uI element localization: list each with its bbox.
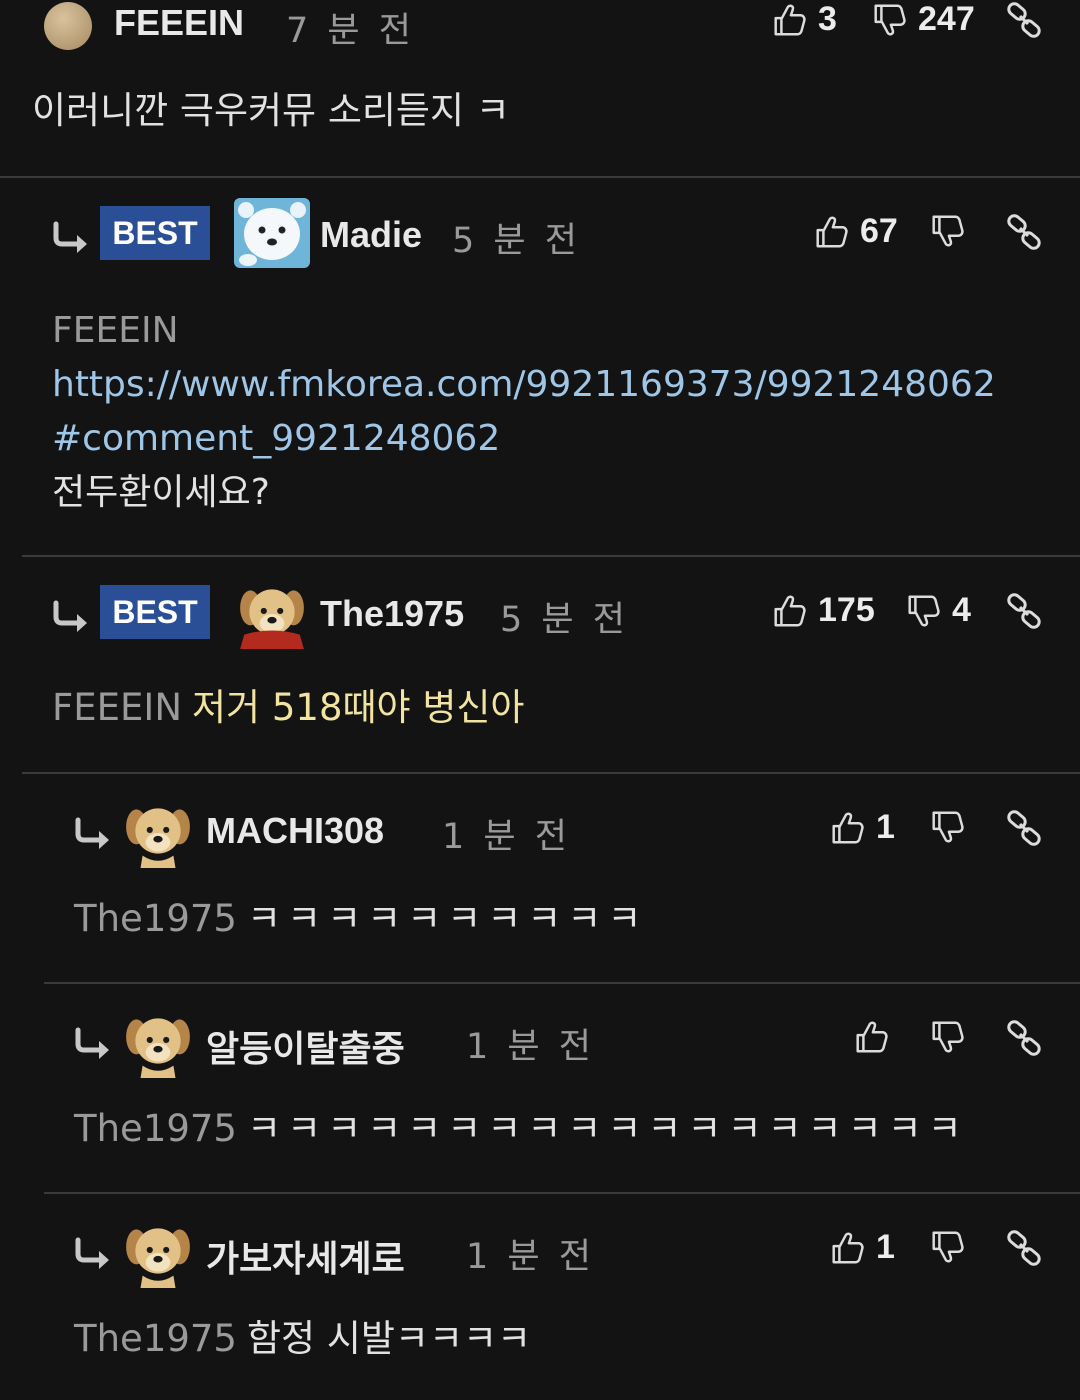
downvote-count: 4 [952, 591, 971, 629]
comment-text: 이러니깐 극우커뮤 소리듣지 ㅋ [32, 89, 510, 132]
comment-body: The1975 ㅋㅋㅋㅋㅋㅋㅋㅋㅋㅋㅋㅋㅋㅋㅋㅋㅋㅋ [74, 1102, 968, 1156]
upvote-count: 67 [860, 212, 898, 250]
comment-item: 알등이탈출중 1 분 전 The1975 ㅋㅋㅋㅋㅋㅋㅋㅋㅋㅋㅋㅋㅋㅋㅋㅋㅋㅋ [0, 984, 1080, 1192]
comment-link[interactable]: #comment_9921248062 [52, 412, 996, 466]
comment-item: BEST The1975 5 분 전 175 4 FEEEIN 저거 518때야 … [0, 557, 1080, 773]
comment-body: FEEEIN https://www.fmkorea.com/992116937… [52, 304, 996, 520]
comment-link[interactable]: https://www.fmkorea.com/9921169373/99212… [52, 358, 996, 412]
polar-bear-avatar [234, 198, 310, 268]
avatar[interactable] [122, 1216, 194, 1288]
timestamp: 5 분 전 [500, 600, 629, 640]
timestamp: 1 분 전 [442, 817, 571, 857]
comment-text: 저거 518때야 병신아 [192, 686, 525, 729]
reply-arrow-icon [74, 816, 114, 850]
mention-name[interactable]: The1975 [74, 1107, 237, 1150]
upvote-button[interactable] [852, 1018, 900, 1056]
link-icon[interactable] [1004, 808, 1044, 848]
downvote-button[interactable] [928, 808, 976, 846]
puppy-avatar [122, 796, 194, 868]
downvote-count: 247 [918, 0, 975, 38]
thumbs-down-icon [928, 1018, 966, 1056]
avatar[interactable] [234, 198, 310, 268]
comment-item: BEST Madie 5 분 전 67 FEEEIN https://www.f… [0, 178, 1080, 556]
timestamp: 7 분 전 [286, 11, 415, 51]
mention-name[interactable]: The1975 [74, 1317, 237, 1360]
author-name[interactable]: 알등이탈출중 [206, 1020, 405, 1072]
comment-header: 가보자세계로 1 분 전 1 [0, 1220, 1080, 1280]
avatar[interactable] [122, 796, 194, 868]
thumbs-up-icon [770, 592, 808, 630]
link-icon[interactable] [1004, 1018, 1044, 1058]
upvote-button[interactable]: 175 [770, 591, 875, 630]
thumbs-up-icon [852, 1018, 890, 1056]
comment-header: BEST The1975 5 분 전 175 4 [0, 583, 1080, 649]
mention-name[interactable]: FEEEIN [52, 304, 986, 358]
author-name[interactable]: The1975 [320, 593, 464, 635]
link-icon[interactable] [1004, 591, 1044, 631]
comment-header: MACHI308 1 분 전 1 [0, 800, 1080, 860]
best-badge: BEST [100, 206, 210, 260]
upvote-button[interactable]: 1 [828, 808, 895, 847]
upvote-button[interactable]: 3 [770, 0, 837, 39]
mention-name[interactable]: The1975 [74, 897, 237, 940]
reply-arrow-icon [52, 599, 92, 633]
author-name[interactable]: MACHI308 [206, 810, 384, 852]
thumbs-up-icon [828, 809, 866, 847]
downvote-button[interactable] [928, 1228, 976, 1266]
downvote-button[interactable] [928, 212, 976, 250]
comment-header: 알등이탈출중 1 분 전 [0, 1010, 1080, 1070]
upvote-count: 3 [818, 0, 837, 38]
thumbs-down-icon [870, 1, 908, 39]
comment-text: 전두환이세요? [52, 472, 270, 513]
thumbs-down-icon [904, 592, 942, 630]
link-icon[interactable] [1004, 212, 1044, 252]
reply-arrow-icon [74, 1236, 114, 1270]
link-icon[interactable] [1004, 0, 1044, 40]
author-name[interactable]: Madie [320, 214, 422, 256]
puppy-avatar [240, 577, 304, 649]
thumbs-up-icon [812, 213, 850, 251]
comment-text: ㅋㅋㅋㅋㅋㅋㅋㅋㅋㅋㅋㅋㅋㅋㅋㅋㅋㅋ [246, 1107, 968, 1150]
avatar[interactable] [44, 2, 92, 50]
comment-text: ㅋㅋㅋㅋㅋㅋㅋㅋㅋㅋ [246, 897, 648, 940]
thumbs-up-icon [770, 1, 808, 39]
comment-header: BEST Madie 5 분 전 67 [0, 198, 1080, 268]
puppy-avatar [122, 1006, 194, 1078]
reply-arrow-icon [52, 220, 92, 254]
comment-body: The1975 함정 시발ㅋㅋㅋㅋ [74, 1312, 531, 1366]
author-name[interactable]: 가보자세계로 [206, 1230, 405, 1282]
thumbs-down-icon [928, 808, 966, 846]
timestamp: 5 분 전 [452, 221, 581, 261]
mention-name[interactable]: FEEEIN [52, 686, 182, 729]
thumbs-up-icon [828, 1229, 866, 1267]
timestamp: 1 분 전 [466, 1027, 595, 1067]
thumbs-down-icon [928, 1228, 966, 1266]
downvote-button[interactable]: 4 [904, 591, 971, 630]
upvote-count: 175 [818, 591, 875, 629]
thumbs-down-icon [928, 212, 966, 250]
comment-text: 함정 시발ㅋㅋㅋㅋ [246, 1317, 532, 1360]
upvote-count: 1 [876, 1228, 895, 1266]
upvote-button[interactable]: 67 [812, 212, 898, 251]
downvote-button[interactable] [928, 1018, 976, 1056]
timestamp: 1 분 전 [466, 1237, 595, 1277]
downvote-button[interactable]: 247 [870, 0, 975, 39]
avatar[interactable] [122, 1006, 194, 1078]
comment-item: MACHI308 1 분 전 1 The1975 ㅋㅋㅋㅋㅋㅋㅋㅋㅋㅋ [0, 774, 1080, 982]
author-name[interactable]: FEEEIN [114, 2, 244, 44]
link-icon[interactable] [1004, 1228, 1044, 1268]
comment-header: FEEEIN 7 분 전 3 247 [0, 0, 1080, 52]
best-badge: BEST [100, 585, 210, 639]
reply-arrow-icon [74, 1026, 114, 1060]
upvote-count: 1 [876, 808, 895, 846]
comment-item: 가보자세계로 1 분 전 1 The1975 함정 시발ㅋㅋㅋㅋ [0, 1194, 1080, 1400]
avatar[interactable] [236, 577, 308, 649]
upvote-button[interactable]: 1 [828, 1228, 895, 1267]
comment-body: FEEEIN 저거 518때야 병신아 [52, 681, 524, 735]
puppy-avatar [122, 1216, 194, 1288]
comment-body: The1975 ㅋㅋㅋㅋㅋㅋㅋㅋㅋㅋ [74, 892, 647, 946]
comment-item: FEEEIN 7 분 전 3 247 이러니깐 극우커뮤 소리듣지 ㅋ [0, 0, 1080, 176]
